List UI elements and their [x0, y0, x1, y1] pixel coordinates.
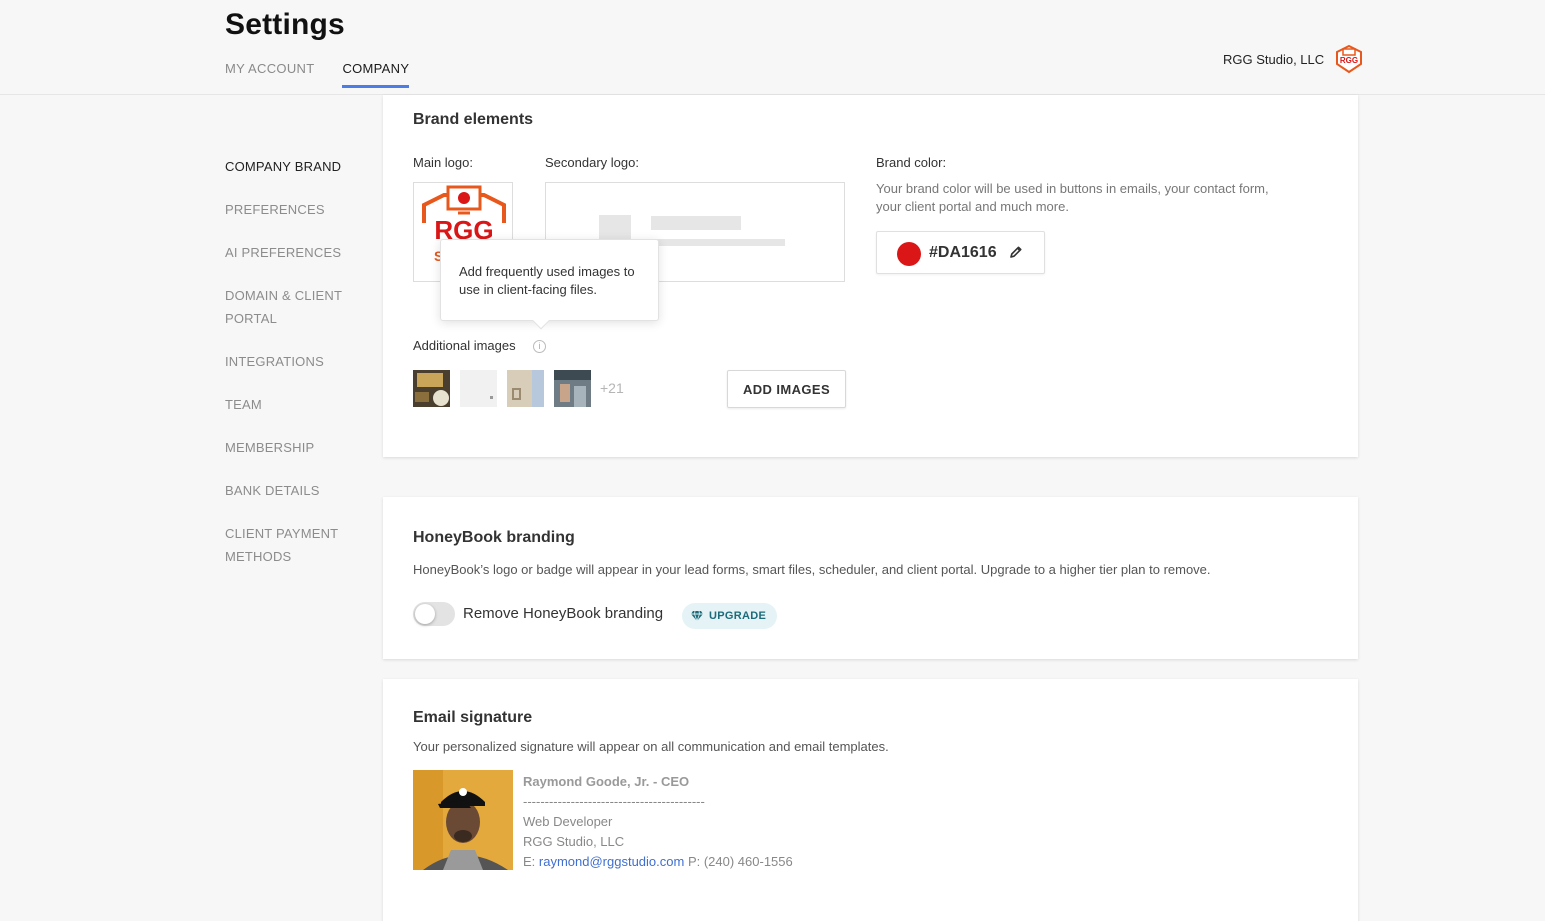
secondary-logo-label: Secondary logo:	[545, 155, 639, 170]
signature-email-prefix: E:	[523, 854, 539, 869]
page-title: Settings	[225, 8, 345, 41]
toggle-knob	[415, 604, 435, 624]
signature-phone: P: (240) 460-1556	[684, 854, 793, 869]
email-signature-card: Email signature Your personalized signat…	[383, 679, 1358, 921]
signature-email-link[interactable]: raymond@rggstudio.com	[539, 854, 684, 869]
info-icon[interactable]: i	[533, 340, 546, 353]
signature-photo-image	[413, 770, 513, 870]
image-thumbnail-1	[413, 370, 450, 407]
company-switcher[interactable]: RGG Studio, LLC RGG	[1223, 44, 1364, 74]
additional-images-label: Additional images	[413, 338, 516, 353]
settings-sidebar: COMPANY BRAND PREFERENCES AI PREFERENCES…	[225, 155, 365, 588]
additional-image-thumb[interactable]	[507, 370, 544, 407]
sidebar-item-client-payment-methods[interactable]: CLIENT PAYMENT METHODS	[225, 522, 365, 568]
signature-role: Web Developer	[523, 814, 613, 829]
image-thumbnail-2	[460, 370, 497, 407]
more-images-count[interactable]: +21	[600, 380, 624, 396]
company-logo-icon: RGG	[1336, 44, 1363, 74]
sidebar-item-bank-details[interactable]: BANK DETAILS	[225, 479, 365, 502]
tab-company[interactable]: COMPANY	[342, 61, 410, 88]
placeholder-bar	[651, 216, 741, 230]
remove-branding-toggle[interactable]	[413, 602, 455, 626]
brand-color-label: Brand color:	[876, 155, 947, 170]
pencil-icon[interactable]	[1008, 244, 1024, 260]
remove-branding-label: Remove HoneyBook branding	[463, 605, 664, 622]
brand-color-description: Your brand color will be used in buttons…	[876, 181, 1269, 214]
image-thumbnail-3	[507, 370, 544, 407]
sidebar-item-domain-client-portal[interactable]: DOMAIN & CLIENT PORTAL	[225, 284, 365, 330]
upgrade-label: UPGRADE	[709, 610, 767, 622]
sidebar-item-membership[interactable]: MEMBERSHIP	[225, 436, 365, 459]
sidebar-item-company-brand[interactable]: COMPANY BRAND	[225, 155, 365, 178]
tooltip-arrow	[532, 312, 550, 330]
signature-photo	[413, 770, 513, 870]
signature-company: RGG Studio, LLC	[523, 834, 625, 849]
additional-image-thumb[interactable]	[554, 370, 591, 407]
sidebar-item-ai-preferences[interactable]: AI PREFERENCES	[225, 241, 365, 264]
email-signature-title: Email signature	[413, 709, 533, 726]
additional-image-thumb[interactable]	[413, 370, 450, 407]
signature-divider: ----------------------------------------…	[523, 794, 705, 809]
signature-name: Raymond Goode, Jr. - CEO	[523, 774, 690, 789]
tab-my-account[interactable]: MY ACCOUNT	[225, 61, 314, 88]
sidebar-item-team[interactable]: TEAM	[225, 393, 365, 416]
sidebar-item-integrations[interactable]: INTEGRATIONS	[225, 350, 365, 373]
additional-images-tooltip: Add frequently used images to use in cli…	[440, 239, 659, 330]
additional-image-thumb[interactable]	[460, 370, 497, 407]
signature-contact: E: raymond@rggstudio.com P: (240) 460-15…	[523, 852, 793, 872]
brand-elements-title: Brand elements	[413, 111, 534, 128]
page-header: Settings MY ACCOUNT COMPANY RGG Studio, …	[0, 0, 1545, 95]
diamond-icon	[691, 610, 703, 623]
add-images-button[interactable]: ADD IMAGES	[727, 370, 846, 408]
brand-color-picker[interactable]: #DA1616	[876, 231, 1045, 274]
honeybook-branding-title: HoneyBook branding	[413, 529, 575, 546]
settings-tabs: MY ACCOUNT COMPANY	[225, 61, 410, 88]
upgrade-button[interactable]: UPGRADE	[682, 603, 778, 629]
placeholder-line	[651, 239, 785, 246]
brand-color-hex: #DA1616	[929, 244, 997, 261]
honeybook-branding-description: HoneyBook’s logo or badge will appear in…	[413, 562, 1211, 577]
brand-color-swatch	[897, 242, 921, 266]
email-signature-description: Your personalized signature will appear …	[413, 739, 889, 754]
sidebar-item-preferences[interactable]: PREFERENCES	[225, 198, 365, 221]
main-logo-label: Main logo:	[413, 155, 473, 170]
tooltip-text: Add frequently used images to use in cli…	[459, 264, 635, 297]
honeybook-branding-card: HoneyBook branding HoneyBook’s logo or b…	[383, 497, 1358, 659]
svg-text:RGG: RGG	[1340, 56, 1358, 65]
signature-text: Raymond Goode, Jr. - CEO ---------------…	[523, 772, 793, 872]
company-name: RGG Studio, LLC	[1223, 51, 1325, 67]
image-thumbnail-4	[554, 370, 591, 407]
brand-elements-card: Brand elements Main logo: RGG S T Second…	[383, 95, 1358, 457]
